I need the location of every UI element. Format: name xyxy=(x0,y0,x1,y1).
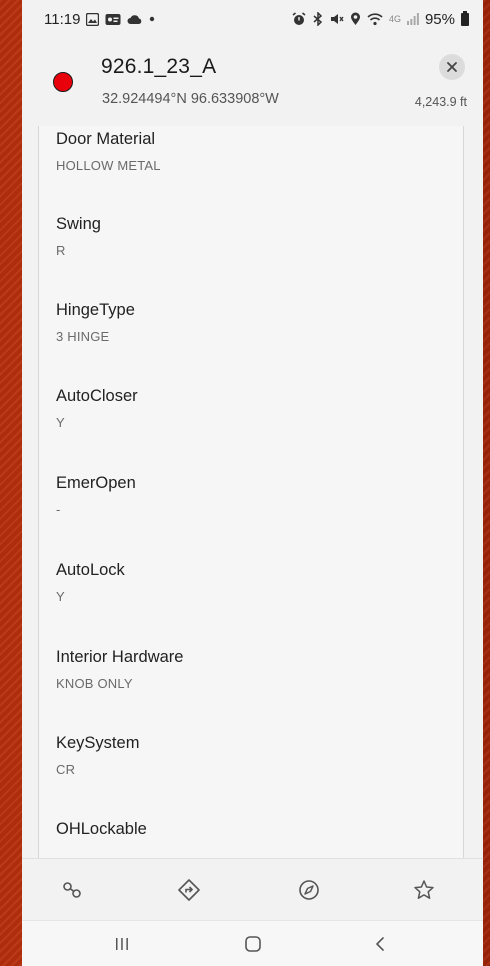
notification-dot-icon xyxy=(148,15,156,23)
location-icon xyxy=(350,12,361,26)
alarm-icon xyxy=(292,12,306,26)
system-nav-bar xyxy=(22,920,483,966)
recent-apps-button[interactable] xyxy=(108,931,136,957)
attribute-label: Door Material xyxy=(56,130,156,148)
attribute-item: Interior Hardware KNOB ONLY xyxy=(56,648,183,691)
wifi-icon xyxy=(367,12,383,26)
attribute-item: Swing R xyxy=(56,215,101,258)
attribute-item: AutoLock Y xyxy=(56,561,125,604)
attribute-label: Swing xyxy=(56,215,101,233)
attribute-label: AutoCloser xyxy=(56,387,138,405)
feature-title: 926.1_23_A xyxy=(101,55,217,78)
attribute-label: OHLockable xyxy=(56,820,147,838)
attribute-value: CR xyxy=(56,762,76,777)
favorite-button[interactable] xyxy=(410,876,438,904)
navigate-button[interactable] xyxy=(295,876,323,904)
attribute-value: Y xyxy=(56,589,65,604)
attributes-list[interactable]: Door Material HOLLOW METAL Swing R Hinge… xyxy=(38,126,464,858)
compass-icon xyxy=(298,879,320,901)
attribute-value: - xyxy=(56,502,61,517)
recent-apps-icon xyxy=(114,936,130,952)
feature-coordinates: 32.924494°N 96.633908°W xyxy=(102,91,279,107)
feature-distance: 4,243.9 ft xyxy=(414,95,467,109)
attribute-item: KeySystem CR xyxy=(56,734,139,777)
status-right: 4G 95% xyxy=(292,10,469,28)
status-left: 11:19 xyxy=(44,11,156,28)
status-bar: 11:19 4G 95% xyxy=(22,0,483,38)
status-time: 11:19 xyxy=(44,10,81,28)
attribute-item: EmerOpen - xyxy=(56,474,136,517)
attribute-value: HOLLOW METAL xyxy=(56,158,161,173)
attribute-label: Interior Hardware xyxy=(56,648,184,666)
signal-icon xyxy=(406,13,419,25)
network-type-label: 4G xyxy=(388,13,401,24)
back-button[interactable] xyxy=(366,931,394,957)
app-screen: 11:19 4G 95% 926.1_23_A 32.924494°N 96.6… xyxy=(22,0,483,966)
battery-icon xyxy=(461,10,469,26)
attribute-label: AutoLock xyxy=(56,561,125,579)
attribute-label: EmerOpen xyxy=(56,474,136,492)
link-icon xyxy=(62,880,82,900)
gallery-icon xyxy=(86,12,100,26)
star-icon xyxy=(413,879,435,901)
mute-icon xyxy=(330,12,344,26)
attribute-value: R xyxy=(56,243,66,258)
close-button[interactable] xyxy=(439,54,465,80)
cloud-icon xyxy=(127,13,142,25)
directions-button[interactable] xyxy=(175,876,203,904)
attribute-label: KeySystem xyxy=(56,734,140,752)
feature-status-dot xyxy=(53,72,73,92)
attribute-item: Door Material HOLLOW METAL xyxy=(56,130,161,173)
close-icon xyxy=(446,61,458,73)
app-notification-icon xyxy=(105,13,121,26)
home-icon xyxy=(244,935,262,953)
back-icon xyxy=(373,936,387,952)
battery-percent: 95% xyxy=(424,10,455,28)
attribute-item: AutoCloser Y xyxy=(56,387,138,430)
attribute-label: HingeType xyxy=(56,301,135,319)
attribute-item: HingeType 3 HINGE xyxy=(56,301,135,344)
attribute-item: OHLockable xyxy=(56,820,147,848)
attribute-value: Y xyxy=(56,415,65,430)
home-button[interactable] xyxy=(239,931,267,957)
directions-icon xyxy=(177,878,201,902)
attribute-value: 3 HINGE xyxy=(56,329,110,344)
action-toolbar xyxy=(22,858,483,921)
bluetooth-icon xyxy=(312,12,324,26)
attribute-value: KNOB ONLY xyxy=(56,676,133,691)
feature-header: 926.1_23_A 32.924494°N 96.633908°W 4,243… xyxy=(22,38,483,126)
link-button[interactable] xyxy=(58,876,86,904)
